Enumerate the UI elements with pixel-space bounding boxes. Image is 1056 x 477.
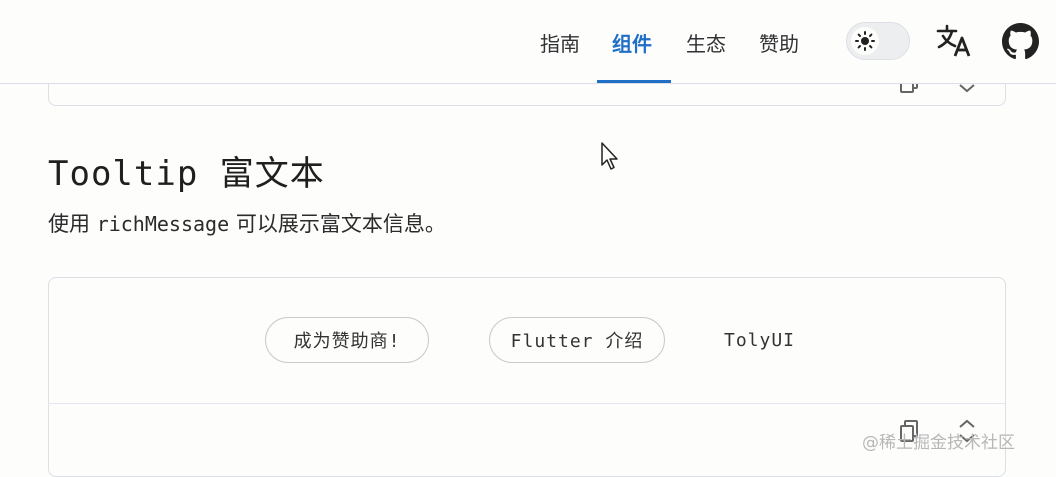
section-description: 使用 richMessage 可以展示富文本信息。 [48,208,446,238]
nav-active-indicator [597,80,671,83]
desc-prefix: 使用 [48,212,90,236]
mouse-cursor-icon [600,141,620,175]
watermark: @稀土掘金技术社区 [862,433,1015,453]
sponsor-button[interactable]: 成为赞助商! [265,317,429,363]
flutter-intro-button[interactable]: Flutter 介绍 [489,317,665,363]
desc-code: richMessage [96,212,230,236]
demo-divider [48,403,1006,404]
theme-toggle[interactable] [846,22,910,60]
nav-guide[interactable]: 指南 [540,28,580,57]
section-title: Tooltip 富文本 [48,154,325,194]
translate-icon[interactable] [936,24,972,62]
sun-icon [851,27,879,55]
nav-ecosystem[interactable]: 生态 [686,28,726,57]
nav-sponsor[interactable]: 赞助 [759,28,799,57]
desc-suffix: 可以展示富文本信息。 [235,212,446,236]
tolyui-link[interactable]: TolyUI [724,330,795,351]
nav-components[interactable]: 组件 [612,28,652,57]
top-navbar: 指南 组件 生态 赞助 [0,0,1056,84]
github-icon[interactable] [1002,23,1039,64]
